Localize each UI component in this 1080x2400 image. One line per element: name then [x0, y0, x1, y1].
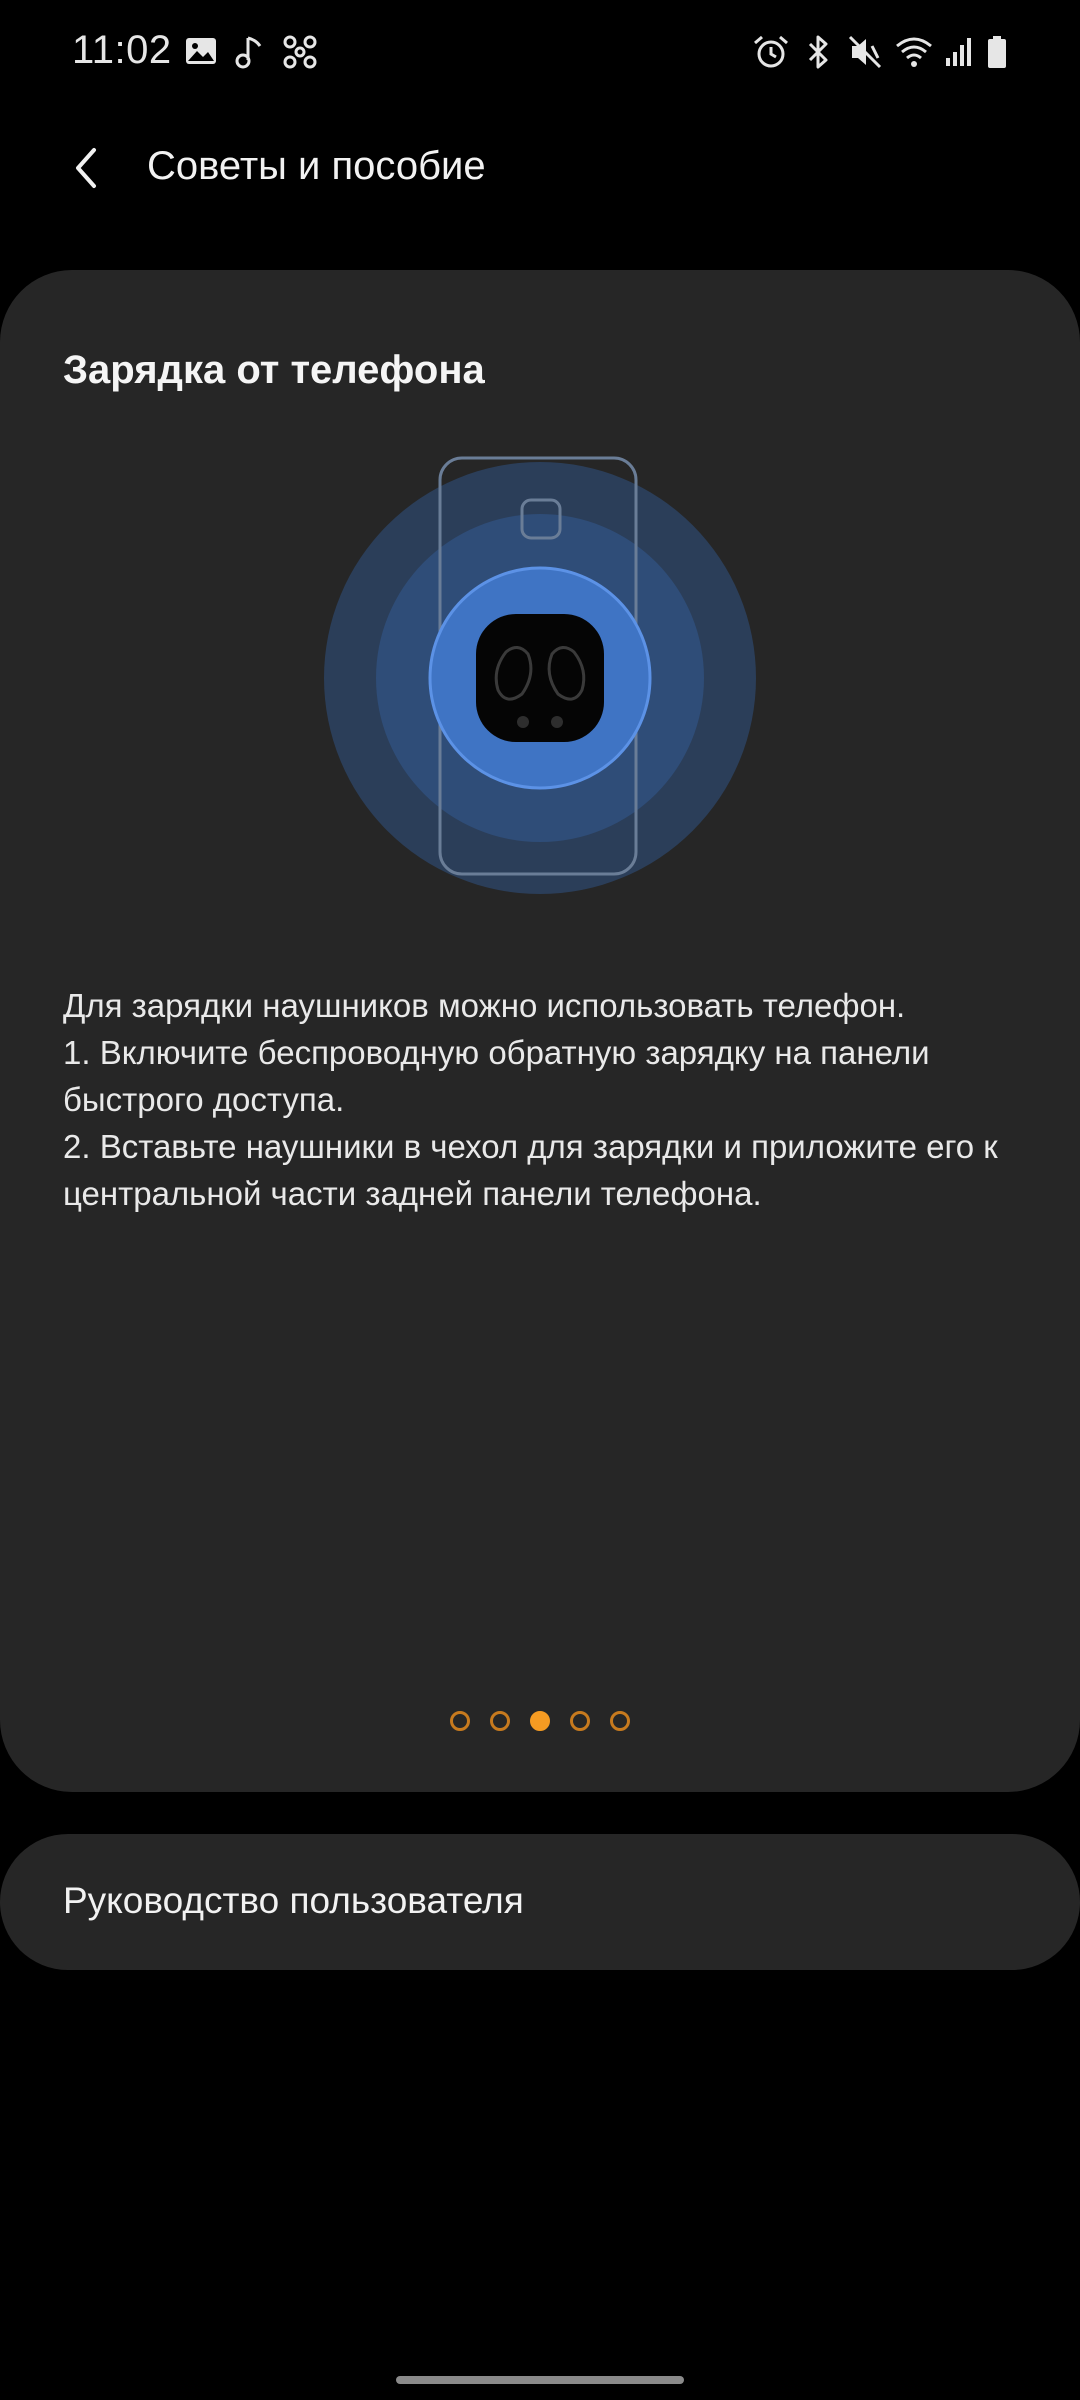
- fan-icon: [282, 34, 318, 75]
- back-button[interactable]: [54, 138, 118, 202]
- home-indicator[interactable]: [396, 2376, 684, 2384]
- user-guide-label: Руководство пользователя: [63, 1880, 524, 1921]
- image-icon: [184, 34, 218, 73]
- status-bar: 11:02: [0, 0, 1080, 110]
- status-time: 11:02: [72, 28, 172, 72]
- page-dot-active[interactable]: [530, 1711, 550, 1731]
- music-note-icon: [234, 34, 264, 75]
- page-dot[interactable]: [450, 1711, 470, 1731]
- app-header: Советы и пособие: [0, 120, 1080, 220]
- tip-line: 2. Вставьте наушники в чехол для зарядки…: [63, 1128, 998, 1212]
- signal-icon: [944, 34, 974, 75]
- user-guide-button[interactable]: Руководство пользователя: [0, 1834, 1080, 1970]
- tip-title: Зарядка от телефона: [63, 348, 485, 392]
- tip-line: 1. Включите беспроводную обратную зарядк…: [63, 1034, 930, 1118]
- battery-icon: [986, 34, 1008, 75]
- mute-icon: [848, 34, 882, 75]
- tip-description: Для зарядки наушников можно использовать…: [63, 982, 1023, 1217]
- alarm-icon: [752, 34, 790, 75]
- page-title: Советы и пособие: [147, 144, 486, 188]
- tip-card[interactable]: Зарядка от телефона Для зарядки наушнико…: [0, 270, 1080, 1792]
- tip-line: Для зарядки наушников можно использовать…: [63, 987, 906, 1024]
- chevron-left-icon: [66, 144, 106, 197]
- bluetooth-icon: [804, 34, 832, 75]
- page-dot[interactable]: [570, 1711, 590, 1731]
- wifi-icon: [894, 34, 934, 75]
- wireless-powershare-illustration: [310, 448, 770, 908]
- page-dot[interactable]: [610, 1711, 630, 1731]
- page-dot[interactable]: [490, 1711, 510, 1731]
- page-indicator: [0, 1706, 1080, 1736]
